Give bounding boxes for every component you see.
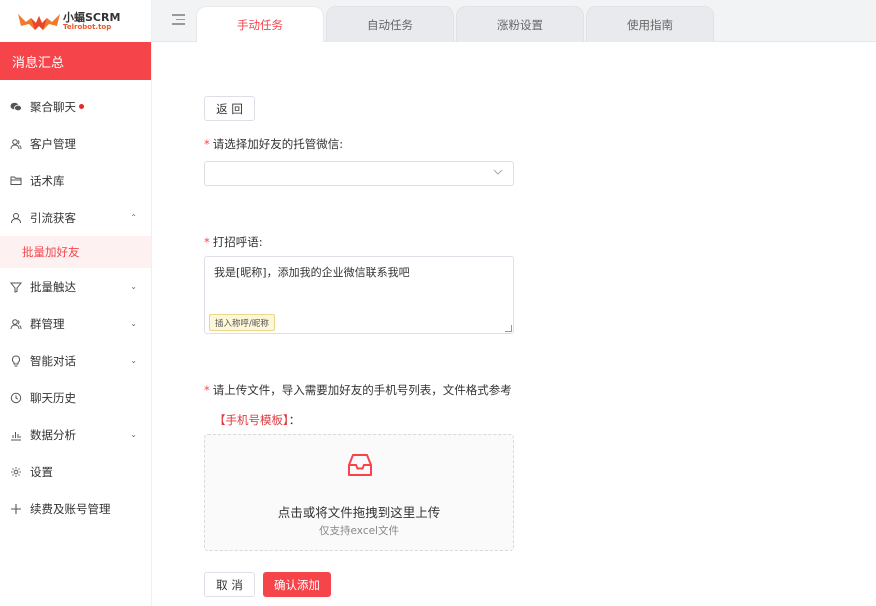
- sidebar-item-label: 话术库: [30, 173, 65, 188]
- tab-auto-task[interactable]: 自动任务: [326, 6, 454, 42]
- sidebar-item-chat[interactable]: 聚合聊天: [0, 88, 151, 125]
- chevron-down-icon: ⌄: [130, 356, 137, 365]
- tab-follower-settings[interactable]: 涨粉设置: [456, 6, 584, 42]
- required-mark: *: [204, 137, 210, 151]
- unread-dot: [79, 104, 84, 109]
- chevron-down-icon: ⌄: [130, 319, 137, 328]
- back-button[interactable]: 返 回: [204, 96, 255, 121]
- chevron-down-icon: ⌄: [130, 282, 137, 291]
- upload-hint: 仅支持excel文件: [319, 525, 399, 537]
- upload-field-label: * 请上传文件，导入需要加好友的手机号列表，文件格式参考: [204, 382, 512, 398]
- chevron-down-icon: [493, 168, 503, 178]
- brand-name: 小蝠SCRM: [63, 10, 121, 24]
- sidebar-item-bulk-add-friends[interactable]: 批量加好友: [0, 236, 151, 268]
- sidebar-item-scripts[interactable]: 话术库: [0, 162, 151, 199]
- user-icon: [10, 212, 22, 224]
- chart-icon: [10, 429, 22, 441]
- tab-user-guide[interactable]: 使用指南: [586, 6, 714, 42]
- required-mark: *: [204, 235, 210, 249]
- tab-bar: 手动任务 自动任务 涨粉设置 使用指南: [152, 0, 876, 42]
- sidebar-item-label: 聚合聊天: [30, 99, 76, 114]
- upload-title: 点击或将文件拖拽到这里上传: [277, 505, 441, 520]
- phone-template-link[interactable]: 【手机号模板】: [214, 413, 289, 427]
- tab-manual-task[interactable]: 手动任务: [196, 6, 324, 42]
- app-window: 小蝠SCRM Telrobot.top 消息汇总 聚合聊天 客户管理 话术库 引…: [0, 0, 876, 606]
- sidebar-item-settings[interactable]: 设置: [0, 453, 151, 490]
- main-content: 返 回 * 请选择加好友的托管微信: * 打招呼语: 我是[昵称]，添加我的企业微信…: [152, 42, 876, 606]
- wechat-field-label-text: 请选择加好友的托管微信:: [212, 137, 344, 151]
- wechat-field-label: * 请选择加好友的托管微信:: [204, 136, 343, 152]
- sidebar-item-customers[interactable]: 客户管理: [0, 125, 151, 162]
- group-icon: [10, 318, 22, 330]
- history-icon: [10, 392, 22, 404]
- sidebar-item-smart-dialog[interactable]: 智能对话 ⌄: [0, 342, 151, 379]
- greeting-textarea[interactable]: 我是[昵称]，添加我的企业微信联系我吧 插入称呼/昵称: [204, 256, 514, 334]
- chevron-up-icon: ⌃: [130, 213, 137, 222]
- sidebar-item-acquisition[interactable]: 引流获客 ⌃: [0, 199, 151, 236]
- users-icon: [10, 138, 22, 150]
- resize-handle-icon[interactable]: [505, 325, 512, 332]
- sidebar-item-label: 客户管理: [30, 136, 76, 151]
- greeting-text[interactable]: 我是[昵称]，添加我的企业微信联系我吧: [214, 264, 410, 280]
- sidebar-item-label: 设置: [30, 464, 53, 479]
- upload-field-label-text: 请上传文件，导入需要加好友的手机号列表，文件格式参考: [212, 383, 512, 397]
- required-mark: *: [204, 383, 210, 397]
- insert-nickname-button[interactable]: 插入称呼/昵称: [209, 314, 275, 331]
- template-colon: ：: [288, 413, 301, 427]
- sidebar-item-billing[interactable]: 续费及账号管理: [0, 490, 151, 527]
- chevron-down-icon: ⌄: [130, 430, 137, 439]
- sidebar-item-label: 批量触达: [30, 279, 76, 294]
- bat-logo-icon: [18, 14, 60, 30]
- brand-domain: Telrobot.top: [63, 22, 112, 31]
- phone-template-link-row: 【手机号模板】：: [214, 412, 300, 428]
- sidebar-item-bulk-reach[interactable]: 批量触达 ⌄: [0, 268, 151, 305]
- folder-icon: [10, 175, 22, 187]
- plus-icon: [10, 503, 22, 515]
- greeting-field-label-text: 打招呼语:: [212, 235, 263, 249]
- inbox-icon: [348, 454, 372, 476]
- sidebar-item-label: 引流获客: [30, 210, 76, 225]
- sidebar: 小蝠SCRM Telrobot.top 消息汇总 聚合聊天 客户管理 话术库 引…: [0, 0, 152, 606]
- sidebar-item-label: 续费及账号管理: [30, 501, 111, 516]
- sidebar-item-label: 数据分析: [30, 427, 76, 442]
- sidebar-menu: 聚合聊天 客户管理 话术库 引流获客 ⌃ 批量加好友 批量触达 ⌄ 群管理 ⌄ …: [0, 88, 151, 527]
- cancel-button[interactable]: 取 消: [204, 572, 255, 597]
- sidebar-item-label: 聊天历史: [30, 390, 76, 405]
- wechat-icon: [10, 101, 22, 113]
- wechat-select[interactable]: [204, 161, 514, 186]
- logo: 小蝠SCRM Telrobot.top: [0, 0, 151, 42]
- sidebar-item-label: 群管理: [30, 316, 65, 331]
- sidebar-item-analytics[interactable]: 数据分析 ⌄: [0, 416, 151, 453]
- sidebar-section-title[interactable]: 消息汇总: [0, 42, 151, 80]
- sidebar-item-groups[interactable]: 群管理 ⌄: [0, 305, 151, 342]
- sidebar-item-chat-history[interactable]: 聊天历史: [0, 379, 151, 416]
- sidebar-item-label: 批量加好友: [22, 245, 80, 259]
- menu-collapse-icon[interactable]: [172, 14, 185, 26]
- confirm-add-button[interactable]: 确认添加: [263, 572, 331, 597]
- bulb-icon: [10, 354, 22, 367]
- sidebar-item-label: 智能对话: [30, 353, 76, 368]
- filter-icon: [10, 281, 22, 293]
- gear-icon: [10, 466, 22, 478]
- greeting-field-label: * 打招呼语:: [204, 234, 263, 250]
- file-upload-dropzone[interactable]: 点击或将文件拖拽到这里上传 仅支持excel文件: [204, 434, 514, 551]
